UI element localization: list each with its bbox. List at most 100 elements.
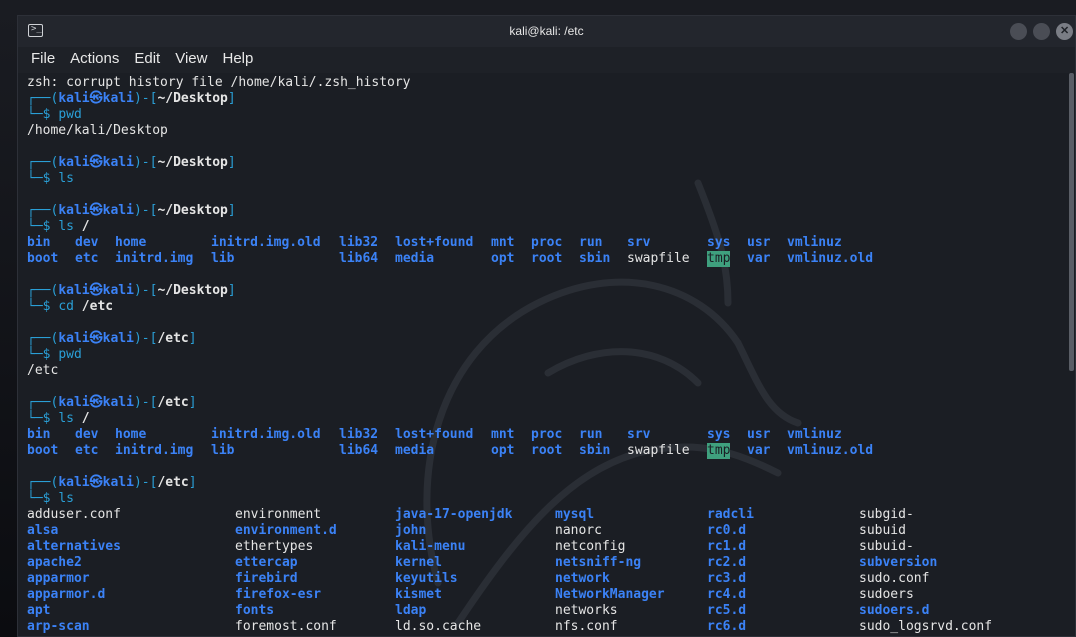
- listing-entry: rc1.d: [707, 539, 747, 554]
- prompt-segment: )-[: [133, 283, 158, 298]
- listing-entry: media: [395, 251, 435, 266]
- listing-entry: subuid-: [859, 539, 914, 554]
- command-line: └─$ ls /: [27, 411, 1063, 427]
- listing-entry: kernel: [395, 555, 442, 570]
- listing-entry: rc6.d: [707, 619, 747, 634]
- minimize-button[interactable]: [1010, 23, 1027, 40]
- prompt-segment: )-[: [133, 395, 158, 410]
- listing-entry: environment: [235, 507, 322, 522]
- listing-entry: home: [115, 427, 147, 442]
- command-name: ls: [58, 171, 74, 186]
- listing-entry: apache2: [27, 555, 82, 570]
- maximize-button[interactable]: [1033, 23, 1050, 40]
- prompt-segment: ㉿: [89, 475, 103, 490]
- listing-entry: apt: [27, 603, 51, 618]
- command-space: [74, 299, 82, 314]
- listing-entry: ethertypes: [235, 539, 314, 554]
- listing-entry: network: [555, 571, 610, 586]
- menu-edit[interactable]: Edit: [134, 47, 167, 73]
- scrollbar[interactable]: [1067, 73, 1075, 636]
- prompt-segment: )-[: [133, 203, 158, 218]
- listing-entry: var: [747, 251, 771, 266]
- menu-file[interactable]: File: [31, 47, 62, 73]
- menu-actions[interactable]: Actions: [70, 47, 126, 73]
- close-icon: ✕: [1060, 25, 1070, 37]
- listing-entry: rc0.d: [707, 523, 747, 538]
- prompt-segment: ~/Desktop: [157, 155, 228, 170]
- menu-view[interactable]: View: [175, 47, 214, 73]
- prompt-line: ┌──(kali㉿kali)-[~/Desktop]: [27, 203, 1063, 219]
- listing-row: bin dev home initrd.img.old lib32 lost+found m…: [27, 427, 1063, 443]
- prompt-arrow: └─$: [27, 171, 59, 186]
- prompt-segment: kali: [58, 475, 90, 490]
- listing-entry: adduser.conf: [27, 507, 121, 522]
- listing-entry: apparmor: [27, 571, 90, 586]
- prompt-segment: kali: [102, 395, 134, 410]
- prompt-segment: ┌──(: [27, 203, 59, 218]
- prompt-segment: ┌──(: [27, 331, 59, 346]
- command-arg: /etc: [81, 299, 114, 314]
- prompt-segment: ~/Desktop: [157, 91, 228, 106]
- command-line: └─$ pwd: [27, 347, 1063, 363]
- listing-entry: proc: [531, 427, 563, 442]
- command-line: └─$ ls: [27, 491, 1063, 507]
- listing-entry: ld.so.cache: [395, 619, 482, 634]
- listing-entry: etc: [75, 251, 99, 266]
- prompt-segment: kali: [102, 331, 134, 346]
- listing-entry: lib64: [339, 251, 379, 266]
- prompt-segment: /etc: [157, 475, 189, 490]
- listing-entry: netconfig: [555, 539, 626, 554]
- listing-entry: initrd.img.old: [211, 235, 321, 250]
- listing-entry: root: [531, 251, 563, 266]
- title-bar[interactable]: >_ kali@kali: /etc ✕: [18, 16, 1075, 47]
- output-line: /etc: [27, 363, 59, 378]
- prompt-segment: kali: [58, 283, 90, 298]
- listing-entry: rc4.d: [707, 587, 747, 602]
- prompt-segment: ┌──(: [27, 475, 59, 490]
- prompt-segment: ㉿: [89, 395, 103, 410]
- close-button[interactable]: ✕: [1056, 23, 1073, 40]
- listing-entry: mnt: [491, 235, 515, 250]
- listing-entry: networks: [555, 603, 618, 618]
- listing-entry: NetworkManager: [555, 587, 665, 602]
- listing-entry: vmlinuz.old: [787, 443, 874, 458]
- prompt-segment: ]: [227, 283, 236, 298]
- prompt-arrow: └─$: [27, 299, 59, 314]
- terminal-window: >_ kali@kali: /etc ✕ File Actions Edit V…: [17, 15, 1076, 637]
- listing-entry: srv: [627, 235, 651, 250]
- window-title: kali@kali: /etc: [509, 24, 584, 38]
- listing-entry: kismet: [395, 587, 442, 602]
- listing-entry: apparmor.d: [27, 587, 106, 602]
- menu-help[interactable]: Help: [222, 47, 260, 73]
- command-line: └─$ cd /etc: [27, 299, 1063, 315]
- prompt-segment: /etc: [157, 331, 189, 346]
- prompt-segment: kali: [102, 155, 134, 170]
- listing-entry: opt: [491, 251, 515, 266]
- output-line: /home/kali/Desktop: [27, 123, 168, 138]
- prompt-segment: kali: [102, 91, 134, 106]
- scrollbar-thumb[interactable]: [1069, 73, 1074, 371]
- prompt-segment: )-[: [133, 155, 158, 170]
- listing-entry: swapfile: [627, 251, 690, 266]
- prompt-segment: ]: [188, 395, 197, 410]
- listing-entry: rc5.d: [707, 603, 747, 618]
- listing-entry: mnt: [491, 427, 515, 442]
- listing-row: arp-scan foremost.conf ld.so.cache nfs.conf…: [27, 619, 1063, 635]
- listing-entry: sudo.conf: [859, 571, 930, 586]
- listing-entry: vmlinuz: [787, 235, 842, 250]
- terminal-output[interactable]: zsh: corrupt history file /home/kali/.zs…: [18, 73, 1075, 636]
- command-line: └─$ ls /: [27, 219, 1063, 235]
- prompt-segment: )-[: [133, 331, 158, 346]
- listing-entry: home: [115, 235, 147, 250]
- prompt-arrow: └─$: [27, 347, 59, 362]
- listing-entry: foremost.conf: [235, 619, 337, 634]
- prompt-arrow: └─$: [27, 411, 59, 426]
- listing-entry: run: [579, 427, 603, 442]
- listing-entry: swapfile: [627, 443, 690, 458]
- command-name: pwd: [58, 347, 82, 362]
- command-name: pwd: [58, 107, 82, 122]
- prompt-segment: ㉿: [89, 155, 103, 170]
